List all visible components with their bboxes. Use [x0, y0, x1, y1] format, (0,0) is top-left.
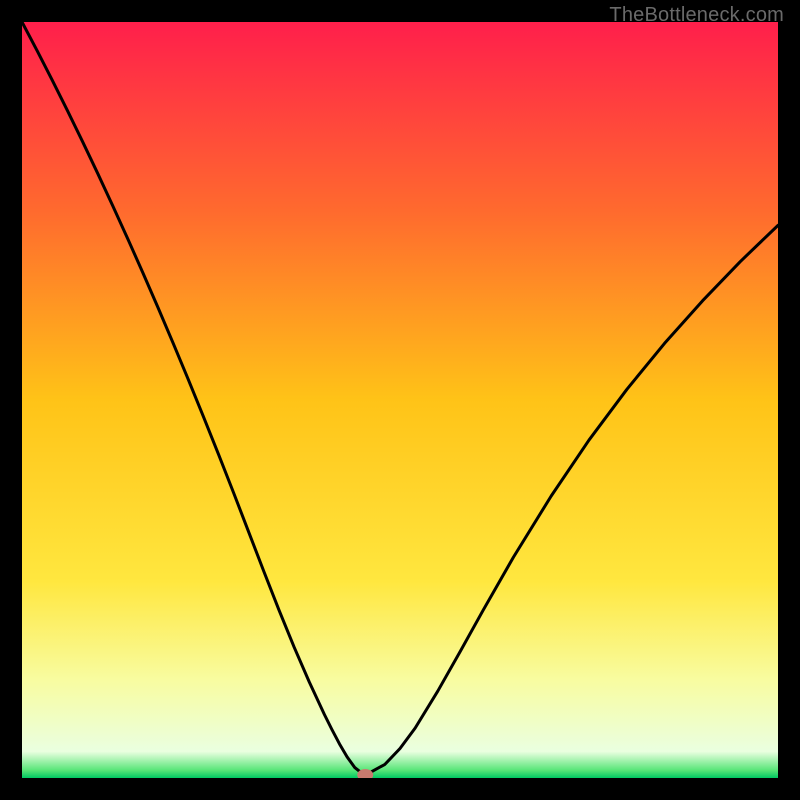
chart-frame: TheBottleneck.com [0, 0, 800, 800]
gradient-background [22, 22, 778, 778]
chart-svg [22, 22, 778, 778]
bottleneck-chart [22, 22, 778, 778]
watermark-text: TheBottleneck.com [609, 4, 784, 27]
